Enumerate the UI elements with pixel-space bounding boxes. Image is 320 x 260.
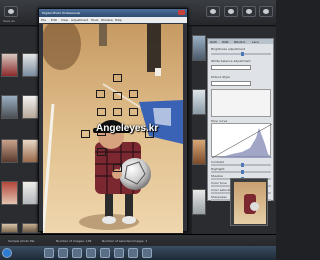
gear-icon <box>263 9 269 14</box>
menu-adjustment[interactable]: Adjustment <box>71 18 88 22</box>
menu-tools[interactable]: Tools <box>91 18 98 22</box>
af-point <box>81 130 90 138</box>
thumbnail[interactable] <box>1 53 18 77</box>
settings-button[interactable] <box>259 6 273 17</box>
thumbnail[interactable] <box>192 189 206 215</box>
picture-style-select[interactable] <box>211 81 251 86</box>
taskbar-app-icon[interactable] <box>72 248 82 258</box>
af-point <box>97 108 106 116</box>
af-point <box>113 108 122 116</box>
os-taskbar <box>0 246 276 260</box>
thumbnail[interactable] <box>1 181 18 205</box>
white-balance-label: White balance adjustment <box>211 59 251 63</box>
navigator-panel[interactable] <box>230 178 268 226</box>
palette-tabs: RAW RGB NR/ALO Lens <box>208 39 273 44</box>
af-point <box>113 164 122 172</box>
tab-nr[interactable]: NR/ALO <box>234 40 245 44</box>
white-balance-select[interactable] <box>211 65 251 70</box>
menu-edit[interactable]: Edit <box>51 18 57 22</box>
navigator-preview <box>234 182 266 224</box>
image-count: Number of images: 136 <box>56 239 92 243</box>
taskbar-app-icon[interactable] <box>128 248 138 258</box>
start-icon[interactable] <box>2 248 12 258</box>
color-adjust-box[interactable] <box>211 89 271 117</box>
thumbnail[interactable] <box>1 223 18 233</box>
thumbnail[interactable] <box>1 139 18 163</box>
taskbar-app-icon[interactable] <box>58 248 68 258</box>
navigator-ball <box>250 202 259 211</box>
bottom-left-text: Sample photo file <box>8 239 35 243</box>
compare-icon <box>228 9 234 14</box>
info-icon <box>246 9 252 14</box>
compare-button[interactable] <box>224 6 238 17</box>
menu-window[interactable]: Window <box>101 18 113 22</box>
window-title: Digital Photo Professional <box>42 11 81 15</box>
taskbar-app-icon[interactable] <box>100 248 110 258</box>
af-point <box>97 148 106 156</box>
tool-palette: RAW RGB NR/ALO Lens Brightness adjustmen… <box>207 38 274 202</box>
menu-file[interactable]: File <box>41 18 46 22</box>
save-button[interactable] <box>4 6 18 17</box>
af-point <box>129 90 138 98</box>
af-point <box>113 74 122 82</box>
image-window: Digital Photo Professional File Edit Vie… <box>38 8 188 240</box>
contrast-slider[interactable] <box>211 163 271 167</box>
rotate-icon <box>210 9 216 14</box>
thumbnail[interactable] <box>192 89 206 115</box>
menu-help[interactable]: Help <box>115 18 122 22</box>
taskbar-app-icon[interactable] <box>142 248 152 258</box>
brightness-slider[interactable] <box>211 52 271 56</box>
thumbnail[interactable] <box>192 139 206 165</box>
watermark-text: Angeleyes.kr <box>96 123 159 134</box>
thumbnail[interactable] <box>192 35 206 61</box>
menu-view[interactable]: View <box>61 18 68 22</box>
picture-style-label: Picture Style <box>211 75 230 79</box>
tab-raw[interactable]: RAW <box>210 40 217 44</box>
tab-lens[interactable]: Lens <box>252 40 259 44</box>
af-point <box>96 90 105 98</box>
highlight-slider[interactable] <box>211 170 271 174</box>
thumbnail[interactable] <box>1 95 18 119</box>
histogram <box>211 123 273 159</box>
af-point <box>113 92 122 100</box>
selected-count: Number of selected images: 1 <box>102 239 148 243</box>
info-button[interactable] <box>242 6 256 17</box>
taskbar-app-icon[interactable] <box>44 248 54 258</box>
save-button-label: Save as <box>3 19 15 23</box>
menu-bar: File Edit View Adjustment Tools Window H… <box>39 17 187 23</box>
thumbnail-strip <box>0 27 42 234</box>
tab-rgb[interactable]: RGB <box>222 40 228 44</box>
window-titlebar: Digital Photo Professional <box>39 9 187 17</box>
save-icon <box>8 9 14 14</box>
taskbar-app-icon[interactable] <box>86 248 96 258</box>
taskbar-app-icon[interactable] <box>114 248 124 258</box>
brightness-label: Brightness adjustment <box>211 47 245 51</box>
close-icon[interactable] <box>178 10 185 15</box>
af-point <box>129 108 138 116</box>
rotate-button[interactable] <box>206 6 220 17</box>
